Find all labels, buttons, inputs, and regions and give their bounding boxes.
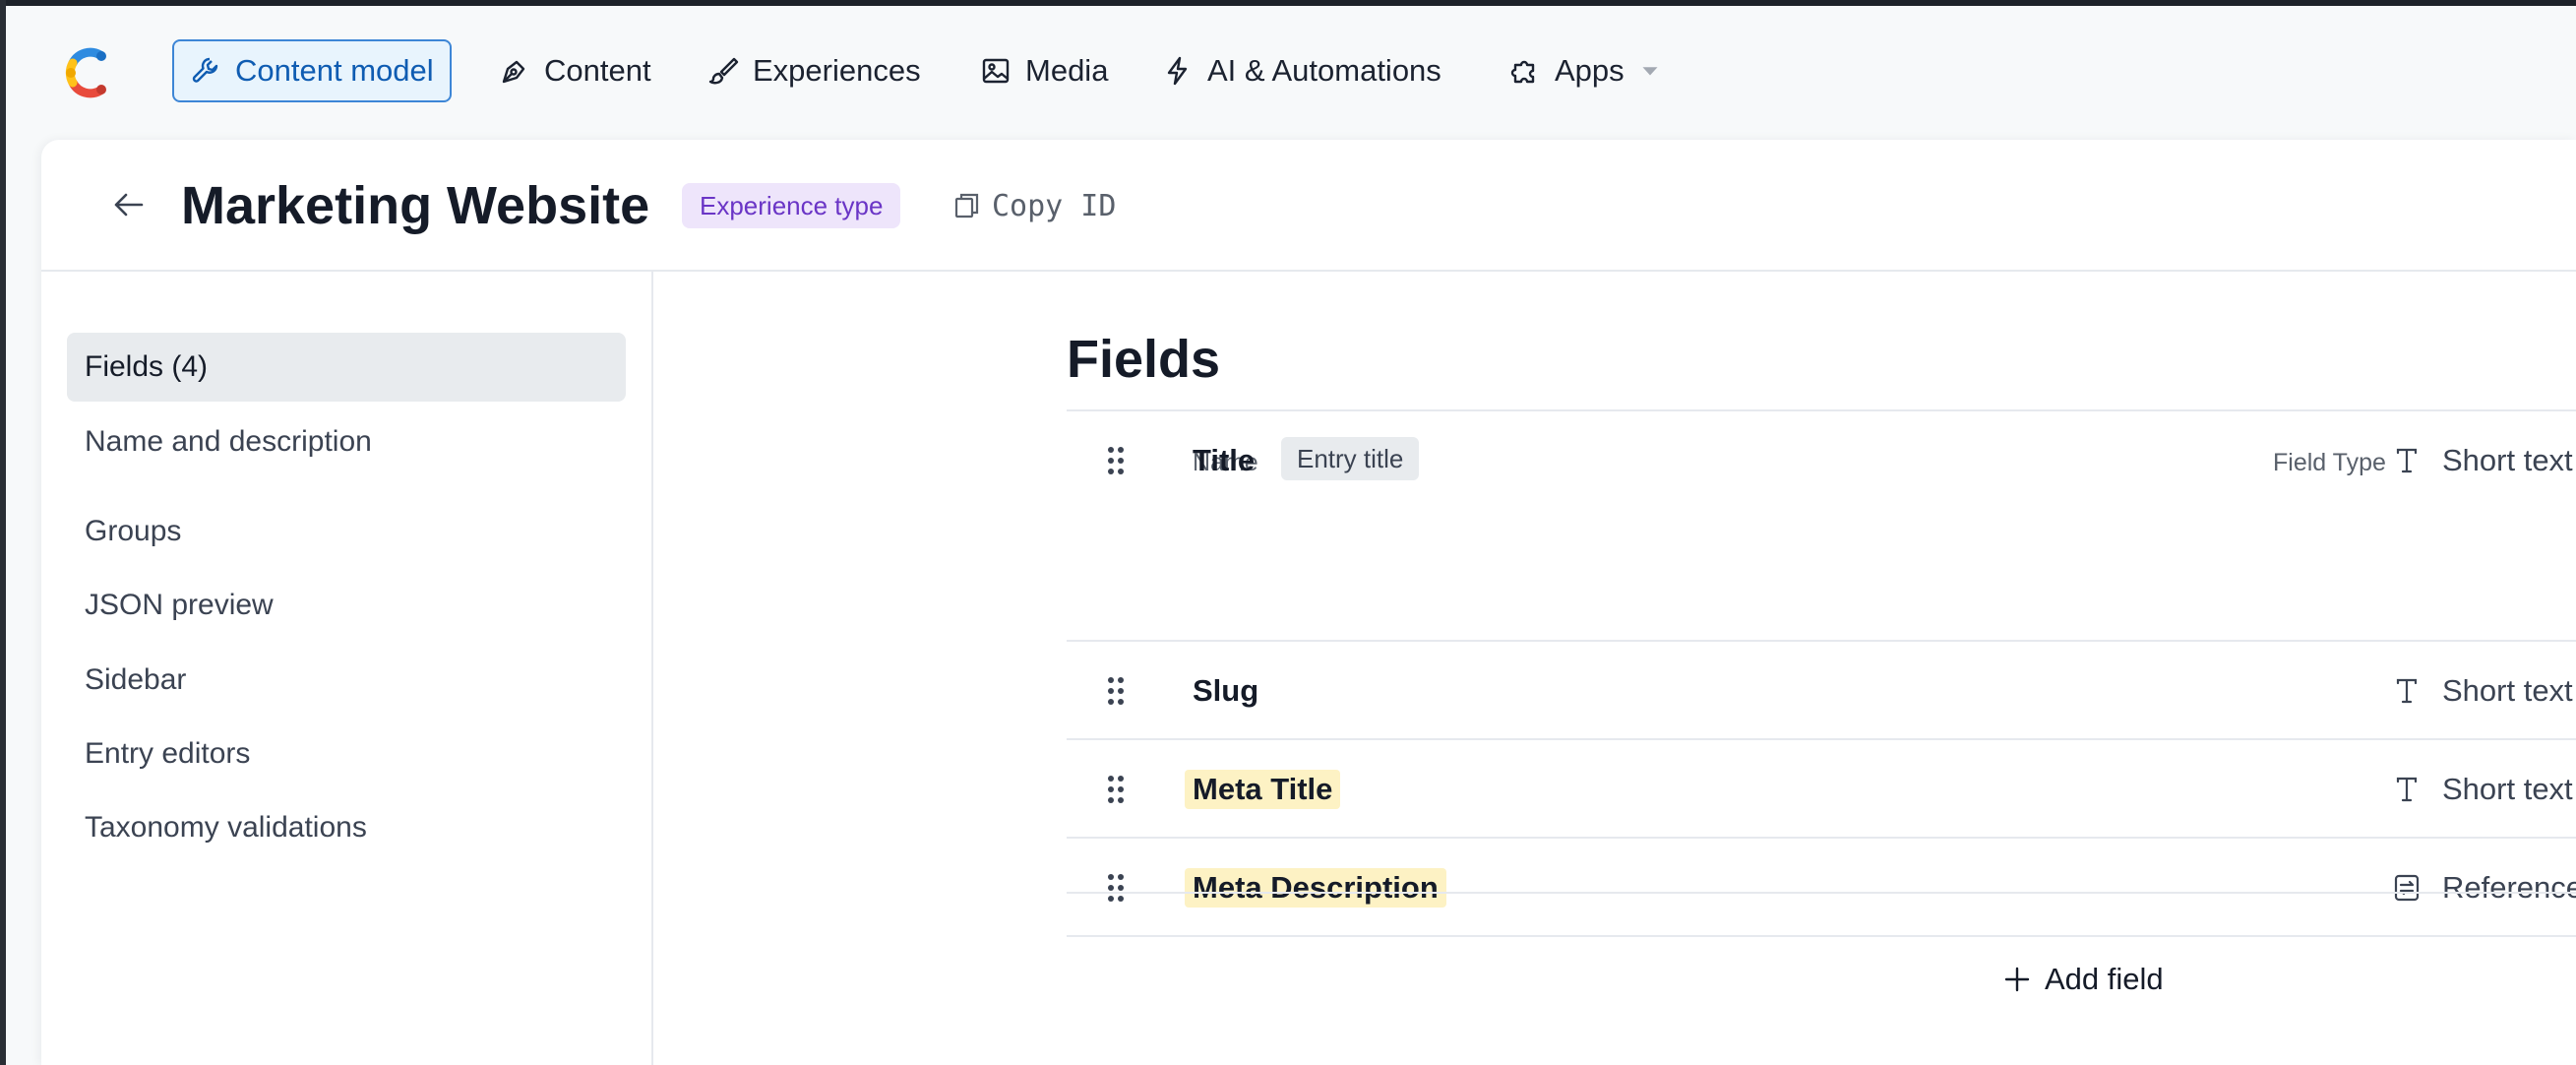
lightning-icon [1167, 56, 1188, 86]
text-t-icon [2396, 448, 2418, 473]
text-t-icon [2396, 678, 2418, 704]
sidebar-item-groups[interactable]: Groups [67, 497, 626, 566]
copy-id-label: Copy ID [992, 188, 1117, 223]
drag-handle-icon[interactable] [1106, 872, 1126, 904]
nav-label: Experiences [753, 53, 921, 88]
add-field-label: Add field [2045, 962, 2164, 996]
sidebar-item-name-description[interactable]: Name and description [67, 407, 626, 476]
field-type: Short text [2391, 671, 2573, 711]
back-arrow-icon[interactable] [106, 183, 150, 226]
content-type-panel: Marketing Website Experience type Copy I… [41, 140, 2576, 1065]
caret-down-icon [1642, 67, 1658, 76]
field-type: Short text [2391, 770, 2573, 809]
entry-title-tag: Entry title [1281, 437, 1420, 480]
field-type-label: Short text [2442, 772, 2573, 806]
nav-experiences[interactable]: Experiences [692, 39, 937, 102]
table-row[interactable]: Slug Short text [1067, 640, 2576, 738]
nav-label: AI & Automations [1207, 53, 1441, 88]
contentful-logo-icon[interactable] [61, 45, 116, 100]
sidebar-item-json-preview[interactable]: JSON preview [67, 571, 626, 640]
pen-nib-icon [502, 60, 525, 84]
copy-icon [954, 193, 979, 219]
nav-label: Media [1025, 53, 1109, 88]
page-title: Marketing Website [181, 176, 650, 235]
field-type-label: Reference [2442, 870, 2576, 905]
nav-label: Content model [235, 53, 434, 88]
field-type-label: Short text [2442, 443, 2573, 477]
drag-handle-icon[interactable] [1106, 774, 1126, 805]
text-t-icon [2396, 777, 2418, 802]
nav-apps[interactable]: Apps [1494, 39, 1678, 102]
content-type-header: Marketing Website Experience type Copy I… [41, 140, 2576, 272]
drag-handle-icon[interactable] [1106, 675, 1126, 707]
drag-handle-icon[interactable] [1106, 445, 1126, 476]
section-title: Fields [1067, 330, 1221, 389]
nav-content[interactable]: Content [483, 39, 667, 102]
field-name: Title [1193, 443, 1256, 477]
fields-section: Fields Name Field Type Title Entry title… [653, 272, 2576, 1065]
table-bottom-divider [1067, 892, 2576, 894]
field-type: Reference [2391, 868, 2576, 908]
reference-icon [2394, 874, 2420, 902]
sidebar-item-entry-editors[interactable]: Entry editors [67, 720, 626, 788]
image-icon [982, 58, 1010, 84]
sidebar-item-taxonomy-validations[interactable]: Taxonomy validations [67, 793, 626, 862]
table-row[interactable]: Title Entry title Short text [1067, 409, 2576, 508]
nav-label: Apps [1555, 53, 1625, 88]
field-name: Meta Title [1185, 770, 1341, 809]
nav-label: Content [544, 53, 651, 88]
puzzle-icon [1510, 60, 1535, 84]
table-row[interactable]: Meta Title Short text [1067, 738, 2576, 837]
plus-icon [2004, 967, 2030, 992]
add-field-button[interactable]: Add field [2001, 955, 2164, 1004]
wrench-icon [192, 57, 218, 83]
top-navigation: Content model Content Experiences Media … [0, 6, 2576, 140]
table-row[interactable]: Meta Description Reference [1067, 837, 2576, 935]
window-left-edge [0, 0, 6, 1065]
field-name: Slug [1193, 673, 1259, 708]
copy-id-button[interactable]: Copy ID [952, 181, 1116, 230]
sidebar-item-fields[interactable]: Fields (4) [67, 333, 626, 402]
nav-ai-automations[interactable]: AI & Automations [1146, 39, 1457, 102]
field-type-label: Short text [2442, 673, 2573, 708]
content-type-sidebar: Fields (4) Name and description Groups J… [41, 272, 653, 1065]
experience-type-badge: Experience type [682, 183, 901, 228]
brush-icon [708, 57, 739, 85]
field-type: Short text [2391, 441, 2573, 480]
sidebar-item-sidebar[interactable]: Sidebar [67, 646, 626, 715]
nav-media[interactable]: Media [964, 39, 1124, 102]
nav-content-model[interactable]: Content model [172, 39, 452, 102]
table-divider [1067, 935, 2576, 937]
field-name: Meta Description [1185, 868, 1446, 908]
